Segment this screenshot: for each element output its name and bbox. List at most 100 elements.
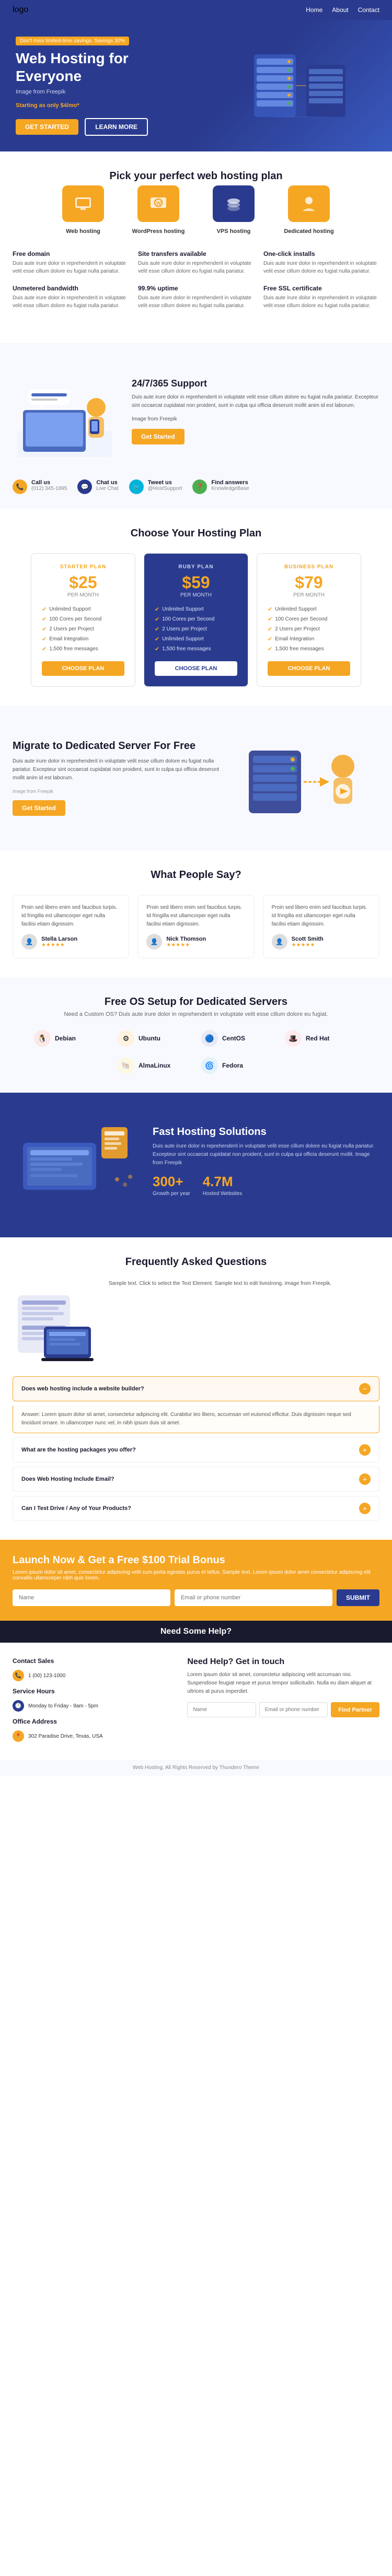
footer-phone-icon: 📞 (13, 1670, 24, 1681)
contact-answers[interactable]: ❓ Find answers KnowledgeBase (192, 479, 249, 494)
hero-illustration (233, 44, 379, 127)
migrate-get-started-button[interactable]: Get Started (13, 800, 65, 816)
testimonial-1: Proin sed libero enim sed faucibus turpi… (137, 895, 254, 958)
contact-chat-detail: Live Chat (96, 486, 118, 491)
os-fedora-name: Fedora (222, 1062, 243, 1069)
stat-growth: 300+ Growth per year (153, 1174, 190, 1204)
support-inner: 24/7/365 Support Duis aute irure dolor i… (13, 358, 379, 465)
hero-learn-more-button[interactable]: LEARN MORE (85, 118, 148, 136)
migrate-text: Migrate to Dedicated Server For Free Dui… (13, 740, 229, 816)
footer-name-input[interactable] (187, 1702, 256, 1717)
starter-choose-button[interactable]: CHOOSE PLAN (42, 661, 124, 676)
faq-answer-0: Answer: Lorem ipsum dolor sit amet, cons… (13, 1406, 379, 1433)
fast-section: Fast Hosting Solutions Duis aute irure d… (0, 1093, 392, 1237)
ruby-choose-button[interactable]: CHOOSE PLAN (155, 661, 237, 676)
plan-icon-vps[interactable]: VPS hosting (202, 185, 265, 236)
plan-icon-dedicated[interactable]: Dedicated hosting (278, 185, 340, 236)
knowledge-icon: ❓ (192, 479, 207, 494)
plan-icon-wordpress-box: W (137, 185, 179, 222)
starter-feat-4: ✔1,500 free messages (42, 644, 124, 654)
cta-title: Launch Now & Get a Free $100 Trial Bonus (13, 1554, 379, 1566)
footer-email-input[interactable] (259, 1702, 328, 1717)
os-almalinux: 🐚 AlmaLinux (118, 1057, 191, 1074)
debian-icon: 🐧 (34, 1030, 51, 1047)
contact-tweet[interactable]: 🐦 Tweet us @HostSupport (129, 479, 182, 494)
os-title: Free OS Setup for Dedicated Servers (13, 996, 379, 1008)
feature-uptime-title: 99.9% uptime (138, 285, 254, 292)
support-section: 24/7/365 Support Duis aute irure dolor i… (0, 343, 392, 509)
faq-item-1[interactable]: What are the hosting packages you offer?… (13, 1437, 379, 1462)
footer-section: Contact Sales 📞 1 (00) 123-1000 Service … (0, 1643, 392, 1760)
business-feat-2: ✔2 Users per Project (268, 624, 350, 634)
footer-hours: Monday to Friday - 9am - 5pm (28, 1703, 98, 1709)
faq-toggle-1[interactable]: + (359, 1444, 371, 1456)
faq-toggle-3[interactable]: + (359, 1503, 371, 1514)
footer-find-button[interactable]: Find Partner (331, 1702, 379, 1717)
testimonials-grid: Proin sed libero enim sed faucibus turpi… (13, 895, 379, 958)
footer-copyright: Web Hosting. All Rights Reserved by Thun… (133, 1765, 259, 1771)
business-feat-1: ✔100 Cores per Second (268, 614, 350, 624)
stat-websites-number: 4.7M (203, 1174, 242, 1190)
testimonial-0-text: Proin sed libero enim sed faucibus turpi… (21, 904, 120, 929)
contact-chat-text: Chat us Live Chat (96, 479, 118, 491)
feature-free-domain: Free domain Duis aute irure dolor in rep… (13, 250, 129, 275)
pricing-business: BUSINESS PLAN $79 PER MONTH ✔Unlimited S… (257, 553, 361, 687)
migrate-attr: Image from Freepik (13, 788, 229, 795)
feature-site-transfers-text: Duis aute irure dolor in reprehenderit i… (138, 260, 254, 275)
os-grid: 🐧 Debian ⚙ Ubuntu 🔵 CentOS 🎩 Red Hat 🐚 A… (13, 1030, 379, 1074)
cta-email-input[interactable] (175, 1589, 332, 1606)
footer-bottom: Web Hosting. All Rights Reserved by Thun… (0, 1760, 392, 1776)
cta-name-input[interactable] (13, 1589, 170, 1606)
ruby-feat-3: ✔Unlimited Support (155, 634, 237, 644)
support-get-started-button[interactable]: Get Started (132, 429, 185, 444)
phone-icon: 📞 (13, 479, 27, 494)
feature-bandwidth-text: Duis aute irure dolor in reprehenderit i… (13, 294, 129, 310)
business-choose-button[interactable]: CHOOSE PLAN (268, 661, 350, 676)
faq-toggle-2[interactable]: + (359, 1473, 371, 1485)
footer-phone-row: 📞 1 (00) 123-1000 (13, 1670, 172, 1681)
faq-item-2[interactable]: Does Web Hosting Include Email? + (13, 1467, 379, 1492)
hero-get-started-button[interactable]: GET STARTED (16, 119, 78, 135)
author-1-name: Nick Thomson (166, 936, 206, 942)
hero-title: Web Hosting for Everyone (16, 50, 193, 85)
nav-home[interactable]: Home (306, 6, 322, 14)
os-section: Free OS Setup for Dedicated Servers Need… (0, 977, 392, 1093)
plan-icon-wordpress[interactable]: W WordPress hosting (127, 185, 190, 236)
stat-growth-number: 300+ (153, 1174, 190, 1190)
plan-icon-web-box (62, 185, 104, 222)
fedora-icon: 🌀 (201, 1057, 218, 1074)
testimonial-1-text: Proin sed libero enim sed faucibus turpi… (146, 904, 245, 929)
fast-title: Fast Hosting Solutions (153, 1126, 379, 1138)
plan-icon-vps-label: VPS hosting (217, 228, 251, 235)
plan-icons-row: Web hosting W WordPress hosting VPS host… (13, 185, 379, 236)
nav-links: Home About Contact (306, 6, 379, 14)
contact-chat[interactable]: 💬 Chat us Live Chat (77, 479, 118, 494)
business-price: $79 (268, 573, 350, 592)
footer-need-title: Need Help? Get in touch (187, 1657, 379, 1667)
nav-contact[interactable]: Contact (358, 6, 379, 14)
footer-need-col: Need Help? Get in touch Lorem ipsum dolo… (187, 1657, 379, 1745)
testimonials-section: What People Say? Proin sed libero enim s… (0, 850, 392, 977)
fast-desc: Duis aute irure dolor in reprehenderit i… (153, 1142, 379, 1167)
nav-about[interactable]: About (332, 6, 348, 14)
starter-label: STARTER PLAN (42, 564, 124, 570)
business-feat-4: ✔1,500 free messages (268, 644, 350, 654)
faq-item-0[interactable]: Does web hosting include a website build… (13, 1376, 379, 1401)
faq-list: Does web hosting include a website build… (13, 1376, 379, 1521)
faq-title: Frequently Asked Questions (13, 1256, 379, 1268)
faq-intro: Sample text. Click to select the Text El… (13, 1280, 379, 1366)
support-text: 24/7/365 Support Duis aute irure dolor i… (132, 378, 379, 444)
contact-answers-text: Find answers KnowledgeBase (211, 479, 249, 491)
faq-item-3[interactable]: Can I Test Drive / Any of Your Products?… (13, 1496, 379, 1521)
ruby-period: PER MONTH (155, 592, 237, 598)
faq-answer-text: Answer: Lorem ipsum dolor sit amet, cons… (21, 1411, 371, 1427)
footer-form: Find Partner (187, 1702, 379, 1717)
faq-toggle-0[interactable]: − (359, 1383, 371, 1395)
plan-icon-web[interactable]: Web hosting (52, 185, 114, 236)
ruby-price: $59 (155, 573, 237, 592)
contact-chat-title: Chat us (96, 479, 118, 486)
os-debian: 🐧 Debian (34, 1030, 107, 1047)
starter-price: $25 (42, 573, 124, 592)
cta-submit-button[interactable]: SUBMIT (337, 1589, 379, 1606)
almalinux-icon: 🐚 (118, 1057, 134, 1074)
